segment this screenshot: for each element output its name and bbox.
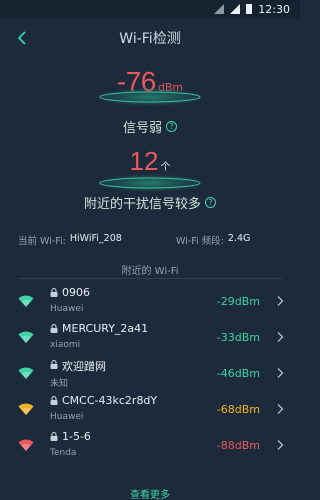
wifi-vendor: 未知 (50, 379, 69, 389)
wifi-band-label: Wi-Fi 频段: (176, 236, 224, 247)
wifi-vendor: xiaomi (50, 340, 81, 350)
wifi-signal-icon (18, 439, 34, 451)
status-bar: 12:30 (0, 0, 300, 18)
cellular-signal-icon (230, 4, 241, 14)
lock-icon (50, 396, 58, 405)
chevron-right-icon (277, 440, 284, 450)
signal-gauge-disc (90, 87, 210, 107)
wifi-band-value: 2.4G (227, 233, 251, 244)
lock-icon (50, 432, 58, 441)
current-ssid-label: 当前 Wi-Fi: (18, 236, 66, 247)
wifi-ssid: CMCC-43kc2r8dY (62, 394, 158, 407)
signal-status-label: 信号弱 ? (0, 117, 300, 136)
wifi-signal-icon (18, 367, 34, 379)
wifi-vendor: Huawei (50, 412, 84, 422)
interference-status-label: 附近的干扰信号较多 ? (0, 193, 300, 212)
chevron-left-icon (17, 31, 26, 45)
view-more-button[interactable]: 查看更多 (0, 486, 300, 500)
help-icon[interactable]: ? (166, 121, 177, 132)
divider (18, 278, 282, 279)
wifi-ssid: MERCURY_2a41 (62, 322, 149, 335)
back-button[interactable] (10, 26, 34, 50)
wifi-vendor: Huawei (50, 304, 84, 314)
lock-icon (50, 360, 58, 369)
wifi-rssi: -29dBm (216, 295, 260, 308)
wifi-list-item[interactable]: CMCC-43kc2r8dY Huawei -68dBm (0, 392, 300, 428)
page-title: Wi-Fi检测 (119, 31, 181, 47)
current-wifi-info: 当前 Wi-Fi: HiWiFi_208 Wi-Fi 频段: 2.4G (18, 233, 288, 247)
app-header: Wi-Fi检测 (0, 20, 300, 56)
wifi-signal-icon (18, 331, 34, 343)
wifi-ssid: 1-5-6 (62, 430, 91, 443)
wifi-vendor: Tenda (50, 448, 77, 458)
wifi-rssi: -68dBm (216, 403, 260, 416)
chevron-right-icon (277, 296, 284, 306)
lock-icon (50, 324, 58, 333)
interference-gauge-disc (90, 173, 210, 193)
chevron-right-icon (277, 368, 284, 378)
battery-icon (246, 4, 253, 14)
nearby-wifi-list: 0906 Huawei -29dBm MERCURY_2a41 xiaomi -… (0, 284, 300, 464)
wifi-signal-icon (18, 295, 34, 307)
wifi-list-item[interactable]: 1-5-6 Tenda -88dBm (0, 428, 300, 464)
help-icon[interactable]: ? (205, 197, 216, 208)
wifi-rssi: -88dBm (216, 439, 260, 452)
lock-icon (50, 288, 58, 297)
nearby-wifi-title: 附近的 Wi-Fi (121, 266, 179, 277)
interference-status-text: 附近的干扰信号较多 (83, 197, 201, 212)
chevron-right-icon (277, 404, 284, 414)
wifi-rssi: -33dBm (216, 331, 260, 344)
chevron-right-icon (277, 332, 284, 342)
wifi-signal-icon (18, 403, 34, 415)
wifi-ssid: 0906 (62, 286, 90, 299)
wifi-list-item[interactable]: MERCURY_2a41 xiaomi -33dBm (0, 320, 300, 356)
wifi-list-item[interactable]: 0906 Huawei -29dBm (0, 284, 300, 320)
signal-status-text: 信号弱 (122, 121, 162, 136)
wifi-status-icon (214, 4, 225, 14)
wifi-ssid: 欢迎蹭网 (62, 360, 106, 373)
wifi-list-item[interactable]: 欢迎蹭网 未知 -46dBm (0, 356, 300, 392)
status-time: 12:30 (258, 2, 290, 16)
wifi-rssi: -46dBm (216, 367, 260, 380)
current-ssid-value: HiWiFi_208 (69, 233, 122, 244)
